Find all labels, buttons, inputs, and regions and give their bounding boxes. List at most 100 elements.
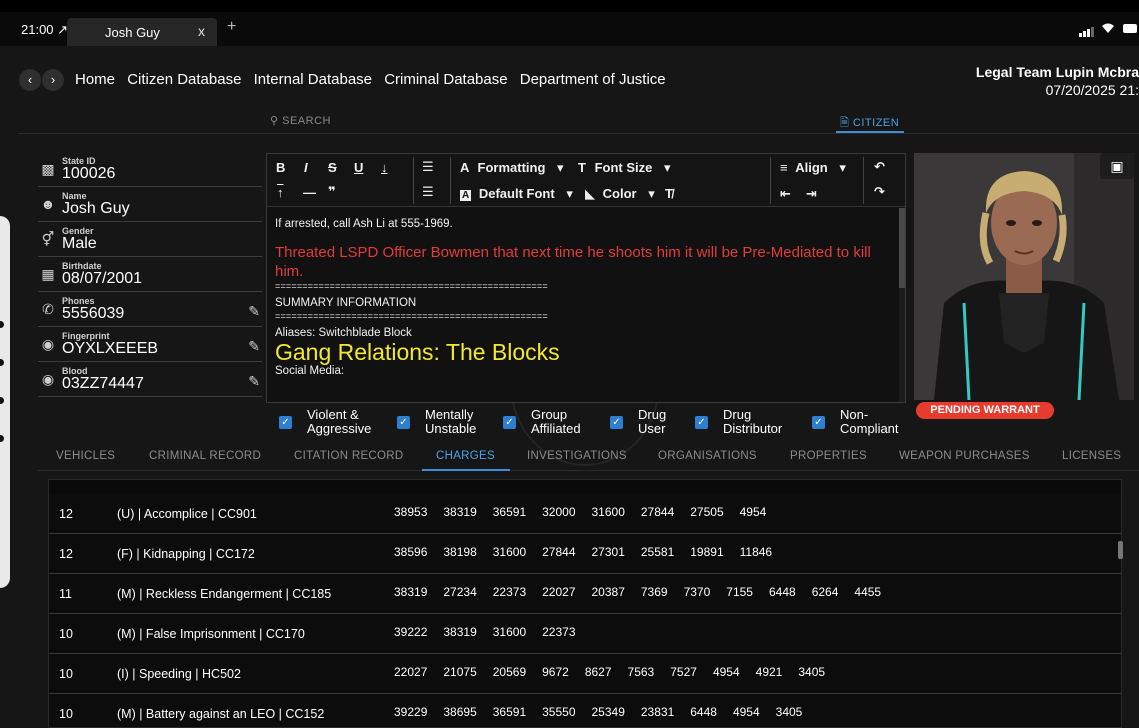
charge-name: (F) | Kidnapping | CC172	[117, 547, 255, 561]
active-tab-indicator	[422, 469, 510, 471]
superscript-icon[interactable]: ↑	[277, 185, 284, 200]
tab-properties[interactable]: PROPERTIES	[790, 450, 867, 462]
charge-name: (I) | Speeding | HC502	[117, 667, 241, 681]
charges-scrollbar-thumb[interactable]	[1118, 541, 1123, 559]
tab-close-button[interactable]: x	[198, 23, 205, 39]
strikethrough-icon[interactable]: S	[328, 160, 337, 175]
checkbox-checked[interactable]: ✓	[812, 416, 825, 429]
user-name: Legal Team Lupin Mcbra	[975, 64, 1139, 80]
tab-title: Josh Guy	[105, 25, 160, 40]
redo-icon[interactable]: ↷	[874, 184, 885, 200]
nav-citizen-database[interactable]: Citizen Database	[127, 71, 241, 88]
tab-organisations[interactable]: ORGANISATIONS	[658, 450, 757, 462]
back-button[interactable]: ‹	[19, 69, 41, 91]
tab-charges[interactable]: CHARGES	[436, 450, 495, 462]
report-ids: 38319 27234 22373 22027 20387 7369 7370 7155 644…	[394, 585, 882, 599]
tab-search[interactable]: ⚲ SEARCH	[270, 114, 331, 127]
checkbox-checked[interactable]: ✓	[397, 416, 410, 429]
save-button[interactable]: ▣	[1100, 153, 1134, 179]
warrant-status-badge: PENDING WARRANT	[916, 402, 1054, 419]
note-summary-heading: SUMMARY INFORMATION	[275, 297, 417, 309]
clear-format-icon[interactable]: T̸	[665, 186, 673, 201]
charge-row[interactable]: 10 (I) | Speeding | HC502 22027 21075 2056…	[49, 654, 1121, 694]
bold-icon[interactable]: B	[276, 160, 285, 175]
caret-down-icon: ▾	[566, 186, 573, 201]
formatting-dropdown[interactable]: A Formatting ▾	[460, 160, 564, 176]
checkbox-checked[interactable]: ✓	[279, 416, 292, 429]
nav-home[interactable]: Home	[75, 71, 115, 88]
tab-investigations[interactable]: INVESTIGATIONS	[527, 450, 627, 462]
notes-content[interactable]: If arrested, call Ash Li at 555-1969. Th…	[267, 208, 897, 402]
charge-count: 12	[59, 507, 73, 521]
color-dropdown[interactable]: ◣ Color ▾	[585, 186, 655, 202]
nav-criminal-database[interactable]: Criminal Database	[384, 71, 507, 88]
quote-icon[interactable]: ❞	[328, 184, 336, 200]
report-ids: 22027 21075 20569 9672 8627 7563 7527 4954 4921 3…	[394, 665, 826, 679]
charge-row[interactable]: 10 (M) | False Imprisonment | CC170 3922…	[49, 614, 1121, 654]
wifi-icon	[1102, 23, 1114, 33]
tab-licenses[interactable]: LICENSES	[1062, 450, 1121, 462]
charge-row[interactable]: 12 (U) | Accomplice | CC901 38953 38319 36…	[49, 494, 1121, 534]
tab-vehicles[interactable]: VEHICLES	[56, 450, 115, 462]
font-size-dropdown[interactable]: T Font Size ▾	[578, 160, 671, 176]
system-status-icons	[1079, 23, 1139, 37]
new-tab-button[interactable]: +	[227, 19, 236, 35]
undo-icon[interactable]: ↶	[874, 159, 885, 175]
nav-internal-database[interactable]: Internal Database	[254, 71, 372, 88]
checkbox-checked[interactable]: ✓	[610, 416, 623, 429]
browser-tab[interactable]: Josh Guy x	[67, 18, 217, 46]
tab-criminal-record[interactable]: CRIMINAL RECORD	[149, 450, 261, 462]
paint-bucket-icon: ◣	[585, 186, 595, 201]
side-panel-edge	[0, 216, 10, 588]
charges-list: 12 (U) | Accomplice | CC901 38953 38319 36…	[48, 479, 1122, 728]
underline-icon[interactable]: U	[354, 160, 363, 175]
charge-row[interactable]: 11 (M) | Reckless Endangerment | CC185 3…	[49, 574, 1121, 614]
indent-icon[interactable]: ⇥	[806, 186, 817, 202]
numbered-list-icon[interactable]: ☰	[422, 184, 434, 200]
checkbox-checked[interactable]: ✓	[695, 416, 708, 429]
name-field: ☻ Name Josh Guy	[38, 187, 262, 222]
clock: 21:00 ↗	[21, 22, 69, 37]
horizontal-rule-icon[interactable]: —	[303, 185, 316, 200]
blood-drop-icon: ◉	[41, 371, 55, 387]
caret-down-icon: ▾	[648, 186, 655, 201]
note-divider: ========================================…	[275, 311, 548, 321]
caret-down-icon: ▾	[663, 160, 671, 175]
subscript-icon[interactable]: ↓	[381, 160, 388, 175]
tab-weapon-purchases[interactable]: WEAPON PURCHASES	[899, 450, 1030, 462]
fingerprint-field: ◉ Fingerprint OYXLXEEEB ✎	[38, 327, 262, 362]
charge-name: (M) | Battery against an LEO | CC152	[117, 707, 325, 721]
note-threat: Threated LSPD Officer Bowmen that next t…	[275, 244, 871, 280]
charge-count: 11	[59, 587, 72, 601]
report-ids: 38953 38319 36591 32000 31600 27844 27505 4954	[394, 505, 767, 519]
italic-icon[interactable]: I	[304, 160, 308, 175]
notes-editor: B I S U ↓ ↑ — ❞ ☰ ☰ A Formatting ▾ T Fon…	[266, 153, 906, 403]
pencil-icon[interactable]: ✎	[248, 338, 260, 355]
nav-department-of-justice[interactable]: Department of Justice	[520, 71, 666, 88]
editor-scrollbar-thumb[interactable]	[899, 208, 905, 288]
document-icon: 🗎	[840, 117, 850, 129]
align-dropdown[interactable]: ≡ Align ▾	[780, 160, 846, 176]
forward-button[interactable]: ›	[42, 69, 64, 91]
chevron-left-icon: ‹	[27, 72, 33, 87]
mdt-app-window: ‹ › Home Citizen Database Internal Datab…	[0, 46, 1139, 728]
bullet-list-icon[interactable]: ☰	[422, 159, 434, 175]
default-font-dropdown[interactable]: A Default Font ▾	[460, 186, 573, 202]
charge-row[interactable]: 10 (M) | Battery against an LEO | CC152 …	[49, 694, 1121, 727]
font-icon: A	[460, 190, 472, 201]
checkbox-checked[interactable]: ✓	[503, 416, 516, 429]
tab-citation-record[interactable]: CITATION RECORD	[294, 450, 404, 462]
report-ids: 39229 38695 36591 35550 25349 23831 6448 4954 34…	[394, 705, 803, 719]
fingerprint-icon: ◉	[41, 336, 55, 352]
pencil-icon[interactable]: ✎	[248, 373, 260, 390]
gender-field: ⚥ Gender Male	[38, 222, 262, 257]
battery-icon	[1123, 24, 1137, 33]
signal-icon	[1079, 33, 1082, 37]
save-icon: ▣	[1110, 158, 1124, 174]
note-social-media: Social Media:	[275, 365, 345, 377]
id-card-icon: ▩	[41, 161, 55, 177]
pencil-icon[interactable]: ✎	[248, 303, 260, 320]
outdent-icon[interactable]: ⇤	[780, 186, 791, 202]
charge-row[interactable]: 12 (F) | Kidnapping | CC172 38596 38198 31…	[49, 534, 1121, 574]
font-size-icon: T	[578, 160, 586, 175]
